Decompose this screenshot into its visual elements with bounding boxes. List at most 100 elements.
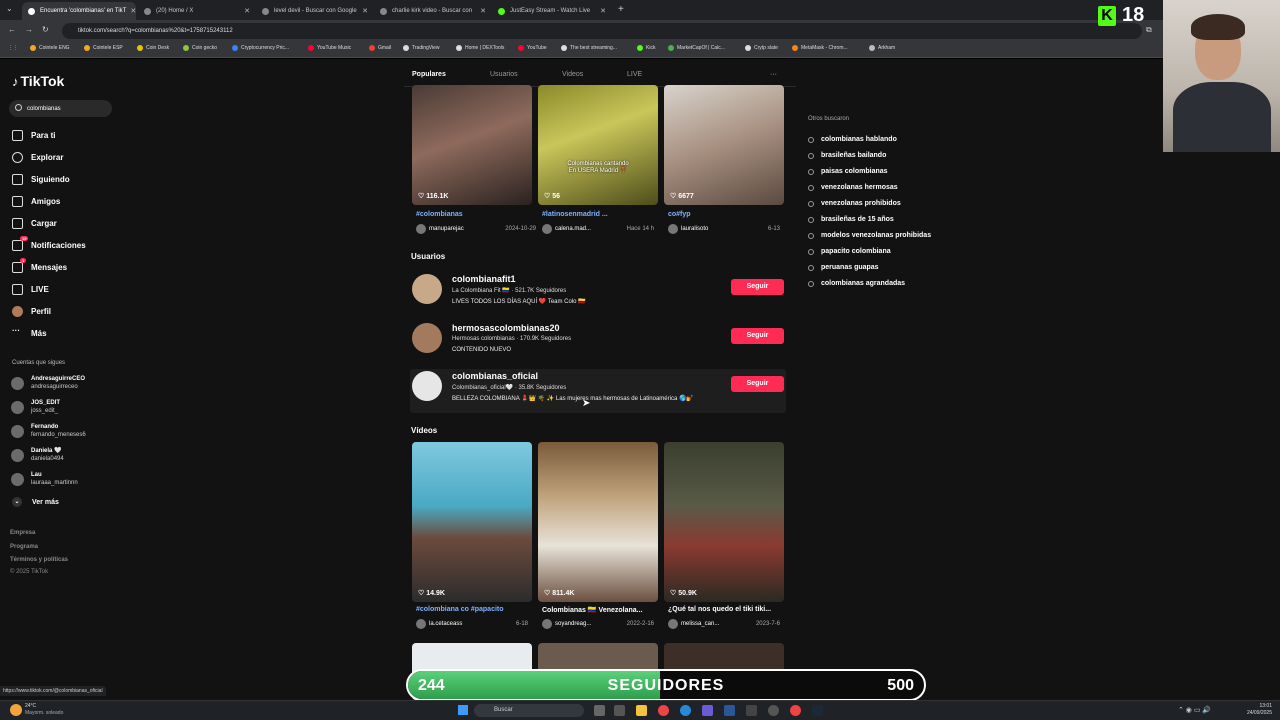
nav-notificaciones[interactable]: 15 Notificaciones bbox=[12, 235, 86, 252]
bookmark[interactable]: YouTube Music bbox=[308, 45, 351, 51]
following-account[interactable]: Daniela 🤍 daniela0494 bbox=[11, 447, 64, 463]
bookmark[interactable]: Crytp slate bbox=[745, 45, 778, 51]
follow-button[interactable]: Seguir bbox=[731, 376, 784, 392]
user-row[interactable]: colombianafit1 La Colombiana Fit 🇨🇴 · 52… bbox=[410, 272, 786, 316]
reload-icon[interactable]: ↻ bbox=[42, 25, 49, 34]
related-search-item[interactable]: papacito colombiana bbox=[808, 248, 891, 255]
bookmark[interactable]: Gmail bbox=[369, 45, 391, 51]
video-card[interactable]: Colombianas cantando En USERA Madrid 📍 ♡… bbox=[538, 85, 658, 205]
more-options-icon[interactable]: ··· bbox=[770, 71, 777, 78]
video-title[interactable]: ¿Qué tal nos quedo el tiki tiki... bbox=[668, 606, 771, 613]
tab-videos[interactable]: Videos bbox=[562, 71, 583, 78]
see-more-button[interactable]: ⌄ Ver más bbox=[12, 497, 59, 507]
footer-link[interactable]: Términos y políticas bbox=[10, 557, 68, 563]
back-icon[interactable]: ← bbox=[8, 25, 16, 34]
video-title[interactable]: #colombianas bbox=[416, 211, 463, 218]
author-name[interactable]: lauralisoto bbox=[681, 226, 708, 232]
app-icon[interactable] bbox=[724, 705, 735, 716]
app-icon[interactable] bbox=[746, 705, 757, 716]
nav-para-ti[interactable]: Para ti bbox=[12, 128, 55, 142]
user-row[interactable]: hermosascolombianas20 Hermosas colombian… bbox=[410, 321, 786, 365]
footer-link[interactable]: Empresa bbox=[10, 530, 35, 536]
related-search-item[interactable]: modelos venezolanas prohibidas bbox=[808, 232, 931, 239]
related-search-item[interactable]: venezolanas prohibidos bbox=[808, 200, 901, 207]
tray-icons[interactable]: ⌃ ◉ ▭ 🔊 bbox=[1178, 706, 1211, 714]
close-tab-icon[interactable]: ✕ bbox=[596, 7, 606, 15]
related-search-item[interactable]: paisas colombianas bbox=[808, 168, 888, 175]
tab-search-icon[interactable]: ⌄ bbox=[6, 4, 13, 13]
clock-time[interactable]: 13:01 bbox=[1240, 703, 1272, 709]
nav-explorar[interactable]: Explorar bbox=[12, 150, 63, 164]
related-search-item[interactable]: brasileñas de 15 años bbox=[808, 216, 894, 223]
video-card[interactable]: ♡ 50.9K bbox=[664, 442, 784, 602]
related-search-item[interactable]: colombianas agrandadas bbox=[808, 280, 905, 287]
close-tab-icon[interactable]: ✕ bbox=[126, 7, 136, 15]
video-title[interactable]: Colombianas 🇨🇴 Venezolana... bbox=[542, 606, 643, 614]
bookmark[interactable]: YouTube bbox=[518, 45, 547, 51]
video-card[interactable]: ♡ 116.1K bbox=[412, 85, 532, 205]
related-search-item[interactable]: colombianas hablando bbox=[808, 136, 897, 143]
bookmark[interactable]: Coin gecko bbox=[183, 45, 217, 51]
bookmark[interactable]: Cryptocurrency Pric... bbox=[232, 45, 289, 51]
bookmark[interactable]: The best streaming... bbox=[561, 45, 617, 51]
search-input[interactable]: colombianas bbox=[9, 100, 112, 117]
nav-siguiendo[interactable]: Siguiendo bbox=[12, 172, 70, 186]
apps-icon[interactable]: ⋮⋮ bbox=[8, 45, 18, 51]
weather-temp[interactable]: 24°C bbox=[25, 703, 36, 709]
browser-tab[interactable]: (20) Home / X ✕ bbox=[138, 2, 256, 20]
file-explorer-icon[interactable] bbox=[636, 705, 647, 716]
close-tab-icon[interactable]: ✕ bbox=[476, 7, 486, 15]
task-view-icon[interactable] bbox=[594, 705, 605, 716]
nav-mas[interactable]: ··· Más bbox=[12, 326, 47, 340]
follow-button[interactable]: Seguir bbox=[731, 328, 784, 344]
bookmark[interactable]: Cointele ENG bbox=[30, 45, 70, 51]
chrome-icon[interactable] bbox=[658, 705, 669, 716]
new-tab-icon[interactable]: + bbox=[618, 4, 624, 15]
bookmark[interactable]: Home | DEXTools bbox=[456, 45, 504, 51]
author-name[interactable]: la.cetaceass bbox=[429, 621, 462, 627]
url-bar[interactable]: tiktok.com/search?q=colombianas%20&t=175… bbox=[62, 23, 1142, 39]
following-account[interactable]: AndresaguirreCEO andresaguirreceo bbox=[11, 375, 85, 391]
video-card[interactable]: ♡ 14.9K bbox=[412, 442, 532, 602]
extensions-icon[interactable]: ⧉ bbox=[1146, 25, 1152, 35]
bookmark[interactable]: TradingView bbox=[403, 45, 440, 51]
author-name[interactable]: soyandreag... bbox=[555, 621, 591, 627]
chrome-icon[interactable] bbox=[790, 705, 801, 716]
bookmark[interactable]: MarketCapOf | Calc... bbox=[668, 45, 725, 51]
video-title[interactable]: #colombiana co #papacito bbox=[416, 606, 504, 613]
nav-perfil[interactable]: Perfil bbox=[12, 304, 51, 318]
video-title[interactable]: co#fyp bbox=[668, 211, 691, 218]
tab-populares[interactable]: Populares bbox=[412, 71, 446, 78]
obs-icon[interactable] bbox=[768, 705, 779, 716]
close-tab-icon[interactable]: ✕ bbox=[358, 7, 368, 15]
related-search-item[interactable]: brasileñas bailando bbox=[808, 152, 886, 159]
tab-live[interactable]: LIVE bbox=[627, 71, 642, 78]
taskbar-search[interactable]: Buscar bbox=[474, 704, 584, 717]
video-title[interactable]: #latinosenmadrid ... bbox=[542, 211, 608, 218]
bookmark[interactable]: Cointele ESP bbox=[84, 45, 123, 51]
bookmark[interactable]: Coin Desk bbox=[137, 45, 169, 51]
steam-icon[interactable] bbox=[812, 705, 823, 716]
nav-cargar[interactable]: Cargar bbox=[12, 216, 57, 230]
browser-tab[interactable]: Encuentra 'colombianas' en TikT ✕ bbox=[22, 2, 136, 20]
tiktok-logo[interactable]: ♪ TikTok bbox=[12, 73, 64, 89]
bookmark[interactable]: Kick bbox=[637, 45, 655, 51]
nav-amigos[interactable]: Amigos bbox=[12, 194, 60, 208]
follow-button[interactable]: Seguir bbox=[731, 279, 784, 295]
following-account[interactable]: JOS_EDIT joss_edit_ bbox=[11, 399, 60, 415]
related-search-item[interactable]: venezolanas hermosas bbox=[808, 184, 898, 191]
bookmark[interactable]: MetaMask - Chrom... bbox=[792, 45, 848, 51]
author-name[interactable]: manuparejac bbox=[429, 226, 464, 232]
close-tab-icon[interactable]: ✕ bbox=[240, 7, 250, 15]
author-name[interactable]: melissa_can... bbox=[681, 621, 719, 627]
following-account[interactable]: Lau lauraaa_martinnn bbox=[11, 471, 78, 487]
bookmark[interactable]: Arkham bbox=[869, 45, 895, 51]
windows-start-icon[interactable] bbox=[458, 705, 468, 715]
nav-live[interactable]: LIVE bbox=[12, 282, 49, 296]
tab-usuarios[interactable]: Usuarios bbox=[490, 71, 518, 78]
app-icon[interactable] bbox=[614, 705, 625, 716]
author-name[interactable]: calena.mad... bbox=[555, 226, 591, 232]
related-search-item[interactable]: peruanas guapas bbox=[808, 264, 879, 271]
forward-icon[interactable]: → bbox=[25, 25, 33, 34]
following-account[interactable]: Fernando fernando_meneses6 bbox=[11, 423, 86, 439]
